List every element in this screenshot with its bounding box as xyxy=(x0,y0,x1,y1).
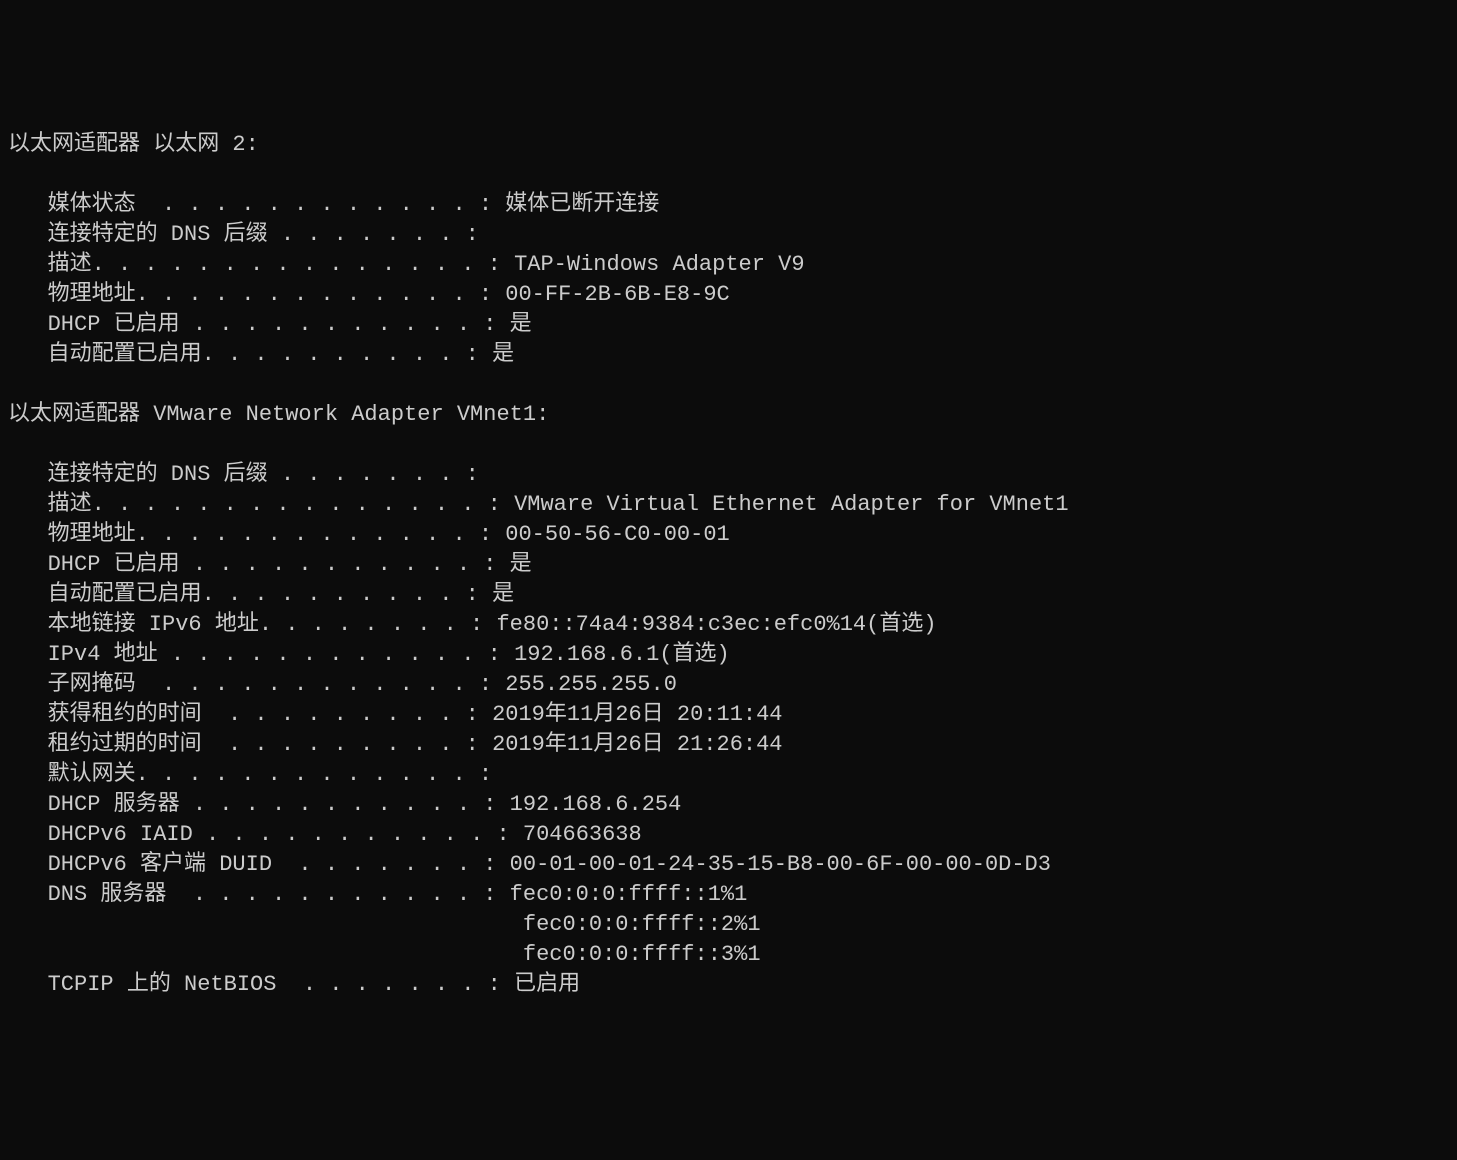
dhcp-server-value: 192.168.6.254 xyxy=(510,792,682,817)
field-label: 本地链接 IPv6 地址. . . . . . . . : xyxy=(8,612,496,637)
dhcpv6-iaid-value: 704663638 xyxy=(523,822,642,847)
autoconfig-value: 是 xyxy=(492,342,514,367)
dhcp-enabled-value: 是 xyxy=(510,552,532,577)
output-row: 连接特定的 DNS 后缀 . . . . . . . : xyxy=(8,460,1449,490)
subnet-mask-value: 255.255.255.0 xyxy=(505,672,677,697)
field-label: 描述. . . . . . . . . . . . . . . : xyxy=(8,492,514,517)
media-state-value: 媒体已断开连接 xyxy=(505,192,659,217)
lease-expires-value: 2019年11月26日 21:26:44 xyxy=(492,732,782,757)
field-label: DHCP 服务器 . . . . . . . . . . . : xyxy=(8,792,510,817)
dns-server-value-continued: fec0:0:0:ffff::3%1 xyxy=(8,940,1449,970)
output-row: DHCP 已启用 . . . . . . . . . . . : 是 xyxy=(8,550,1449,580)
field-label: DHCP 已启用 . . . . . . . . . . . : xyxy=(8,552,510,577)
field-label: 物理地址. . . . . . . . . . . . . : xyxy=(8,282,505,307)
field-label: DHCPv6 客户端 DUID . . . . . . . : xyxy=(8,852,510,877)
output-row: 自动配置已启用. . . . . . . . . . : 是 xyxy=(8,580,1449,610)
adapter-header: 以太网适配器 以太网 2: xyxy=(8,130,1449,160)
dhcpv6-duid-value: 00-01-00-01-24-35-15-B8-00-6F-00-00-0D-D… xyxy=(510,852,1051,877)
field-label: 连接特定的 DNS 后缀 . . . . . . . : xyxy=(8,462,479,487)
output-row: DHCP 服务器 . . . . . . . . . . . : 192.168… xyxy=(8,790,1449,820)
output-row: 媒体状态 . . . . . . . . . . . . : 媒体已断开连接 xyxy=(8,190,1449,220)
field-label: 描述. . . . . . . . . . . . . . . : xyxy=(8,252,514,277)
output-row: 连接特定的 DNS 后缀 . . . . . . . : xyxy=(8,220,1449,250)
field-label: DNS 服务器 . . . . . . . . . . . : xyxy=(8,882,510,907)
output-row: DHCP 已启用 . . . . . . . . . . . : 是 xyxy=(8,310,1449,340)
field-label: 连接特定的 DNS 后缀 . . . . . . . : xyxy=(8,222,479,247)
output-row: DHCPv6 IAID . . . . . . . . . . . : 7046… xyxy=(8,820,1449,850)
output-row: 自动配置已启用. . . . . . . . . . : 是 xyxy=(8,340,1449,370)
lease-obtained-value: 2019年11月26日 20:11:44 xyxy=(492,702,782,727)
field-label: 获得租约的时间 . . . . . . . . . : xyxy=(8,702,492,727)
output-row: 描述. . . . . . . . . . . . . . . : TAP-Wi… xyxy=(8,250,1449,280)
description-value: TAP-Windows Adapter V9 xyxy=(514,252,804,277)
adapter-header: 以太网适配器 VMware Network Adapter VMnet1: xyxy=(8,400,1449,430)
link-local-ipv6-value: fe80::74a4:9384:c3ec:efc0%14(首选) xyxy=(496,612,936,637)
field-label: 子网掩码 . . . . . . . . . . . . : xyxy=(8,672,505,697)
output-row: 子网掩码 . . . . . . . . . . . . : 255.255.2… xyxy=(8,670,1449,700)
field-label: 默认网关. . . . . . . . . . . . . : xyxy=(8,762,492,787)
output-row: 租约过期的时间 . . . . . . . . . : 2019年11月26日 … xyxy=(8,730,1449,760)
output-row: 描述. . . . . . . . . . . . . . . : VMware… xyxy=(8,490,1449,520)
field-label: 自动配置已启用. . . . . . . . . . : xyxy=(8,342,492,367)
blank-line xyxy=(8,430,1449,460)
field-label: DHCP 已启用 . . . . . . . . . . . : xyxy=(8,312,510,337)
output-row: 本地链接 IPv6 地址. . . . . . . . : fe80::74a4… xyxy=(8,610,1449,640)
dns-server-value-continued: fec0:0:0:ffff::2%1 xyxy=(8,910,1449,940)
field-label: 物理地址. . . . . . . . . . . . . : xyxy=(8,522,505,547)
field-label: 媒体状态 . . . . . . . . . . . . : xyxy=(8,192,505,217)
output-row: DHCPv6 客户端 DUID . . . . . . . : 00-01-00… xyxy=(8,850,1449,880)
output-row: 物理地址. . . . . . . . . . . . . : 00-50-56… xyxy=(8,520,1449,550)
field-label: 租约过期的时间 . . . . . . . . . : xyxy=(8,732,492,757)
output-row: DNS 服务器 . . . . . . . . . . . : fec0:0:0… xyxy=(8,880,1449,910)
field-label: 自动配置已启用. . . . . . . . . . : xyxy=(8,582,492,607)
output-row: IPv4 地址 . . . . . . . . . . . . : 192.16… xyxy=(8,640,1449,670)
physical-address-value: 00-50-56-C0-00-01 xyxy=(505,522,729,547)
output-row: 物理地址. . . . . . . . . . . . . : 00-FF-2B… xyxy=(8,280,1449,310)
blank-line xyxy=(8,370,1449,400)
field-label: IPv4 地址 . . . . . . . . . . . . : xyxy=(8,642,514,667)
autoconfig-value: 是 xyxy=(492,582,514,607)
terminal-output[interactable]: 以太网适配器 以太网 2: 媒体状态 . . . . . . . . . . .… xyxy=(8,130,1449,1000)
dns-server-value: fec0:0:0:ffff::1%1 xyxy=(510,882,748,907)
field-label: DHCPv6 IAID . . . . . . . . . . . : xyxy=(8,822,523,847)
field-label: TCPIP 上的 NetBIOS . . . . . . . : xyxy=(8,972,514,997)
ipv4-address-value: 192.168.6.1(首选) xyxy=(514,642,730,667)
output-row: TCPIP 上的 NetBIOS . . . . . . . : 已启用 xyxy=(8,970,1449,1000)
output-row: 默认网关. . . . . . . . . . . . . : xyxy=(8,760,1449,790)
dhcp-enabled-value: 是 xyxy=(510,312,532,337)
output-row: 获得租约的时间 . . . . . . . . . : 2019年11月26日 … xyxy=(8,700,1449,730)
netbios-value: 已启用 xyxy=(514,972,580,997)
physical-address-value: 00-FF-2B-6B-E8-9C xyxy=(505,282,729,307)
description-value: VMware Virtual Ethernet Adapter for VMne… xyxy=(514,492,1069,517)
blank-line xyxy=(8,160,1449,190)
